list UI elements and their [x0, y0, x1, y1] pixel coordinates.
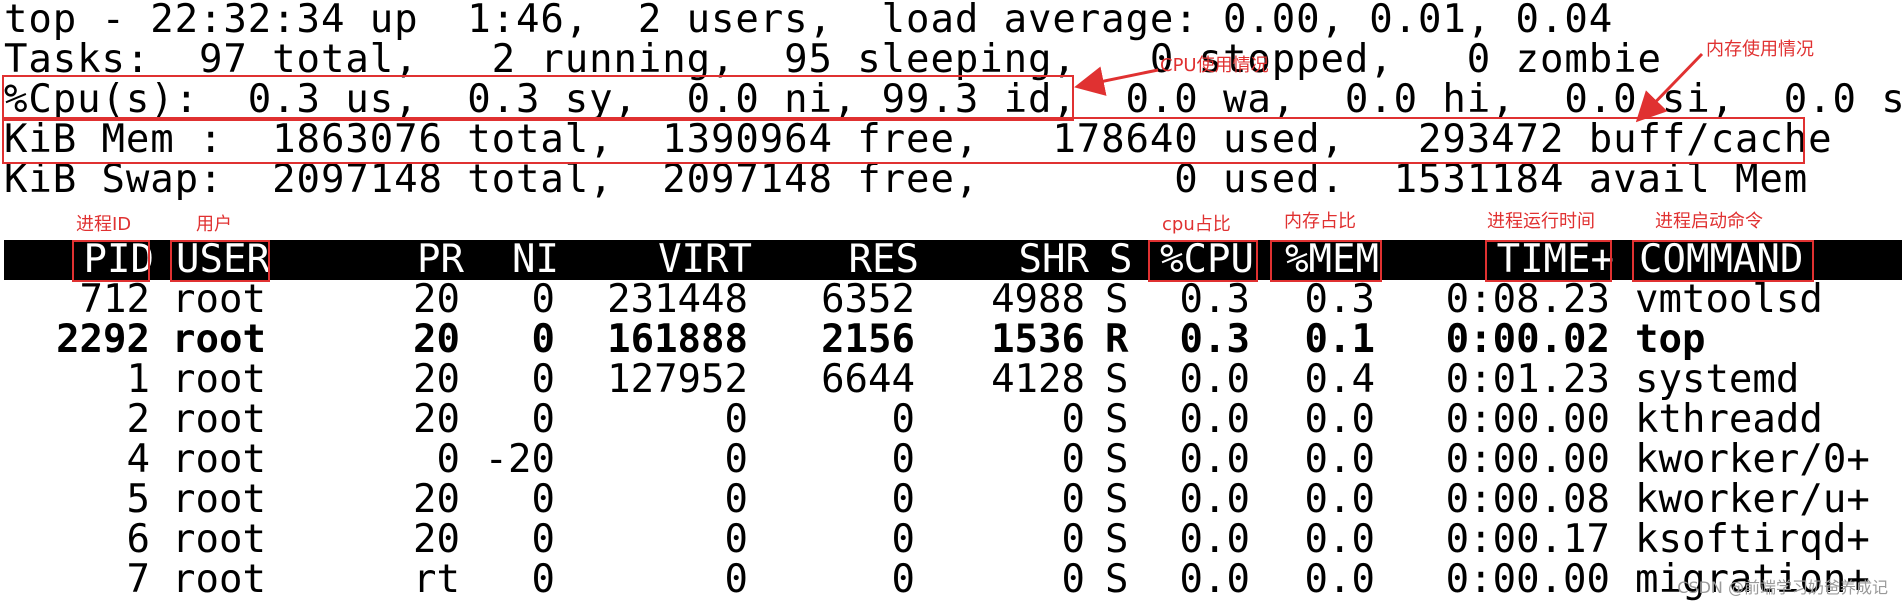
- annotation-arrows: [1074, 52, 1704, 123]
- mem-arrow: [1635, 52, 1704, 123]
- cpu-arrow: [1074, 66, 1159, 96]
- watermark: CSDN @前端学习奶爸养成记: [1677, 578, 1888, 597]
- terminal-window[interactable]: top - 22:32:34 up 1:46, 2 users, load av…: [0, 0, 1902, 602]
